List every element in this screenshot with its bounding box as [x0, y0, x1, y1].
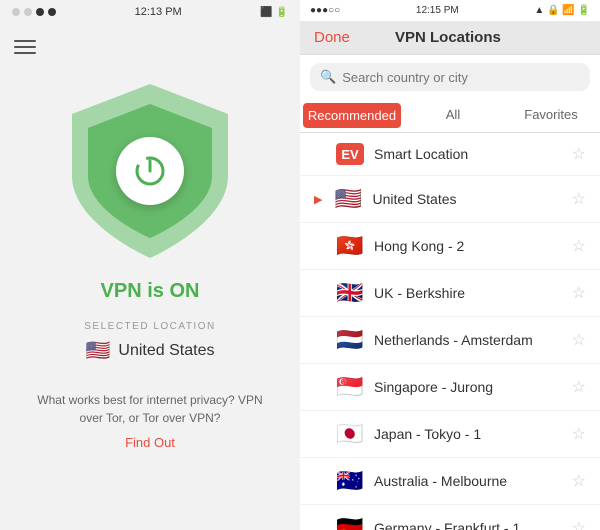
signal-dots [12, 8, 56, 16]
location-name: Germany - Frankfurt - 1 [374, 520, 562, 530]
ev-icon: EV [336, 143, 364, 165]
dot-4 [48, 8, 56, 16]
right-time: 12:15 PM [416, 5, 459, 16]
selected-flag: 🇺🇸 [86, 338, 111, 363]
flag-icon: 🇳🇱 [336, 327, 364, 353]
left-time: 12:13 PM [135, 6, 182, 18]
favorite-star[interactable]: ☆ [572, 144, 586, 164]
right-panel: ●●●○○ 12:15 PM ▲ 🔒 📶 🔋 Done VPN Location… [300, 0, 600, 530]
favorite-star[interactable]: ☆ [572, 189, 586, 209]
list-item[interactable]: 🇬🇧 UK - Berkshire ☆ [300, 270, 600, 317]
flag-icon: 🇩🇪 [336, 515, 364, 530]
search-input[interactable] [342, 70, 580, 85]
tab-favorites[interactable]: Favorites [502, 99, 600, 132]
flag-icon: 🇯🇵 [336, 421, 364, 447]
search-icon: 🔍 [320, 69, 336, 85]
flag-icon: 🇦🇺 [336, 468, 364, 494]
hamburger-menu[interactable] [0, 28, 50, 66]
dot-3 [36, 8, 44, 16]
selected-location: 🇺🇸 United States [86, 338, 215, 363]
flag-icon: 🇸🇬 [336, 374, 364, 400]
favorite-star[interactable]: ☆ [572, 377, 586, 397]
location-name: Netherlands - Amsterdam [374, 332, 562, 348]
find-out-link[interactable]: Find Out [125, 435, 175, 450]
tab-recommended[interactable]: Recommended [303, 103, 401, 128]
selected-location-name: United States [118, 342, 214, 360]
list-item[interactable]: 🇳🇱 Netherlands - Amsterdam ☆ [300, 317, 600, 364]
location-name: Hong Kong - 2 [374, 238, 562, 254]
header-title: VPN Locations [395, 29, 501, 46]
privacy-text: What works best for internet privacy? VP… [0, 391, 300, 427]
status-dots-right: ●●●○○ [310, 5, 340, 16]
done-button[interactable]: Done [314, 29, 350, 46]
location-name: Australia - Melbourne [374, 473, 562, 489]
flag-icon: 🇺🇸 [334, 186, 362, 212]
flag-icon: 🇭🇰 [336, 233, 364, 259]
list-item[interactable]: 🇩🇪 Germany - Frankfurt - 1 ☆ [300, 505, 600, 530]
location-name: Smart Location [374, 146, 562, 162]
vpn-status-text: VPN is ON [101, 280, 200, 303]
left-panel: 12:13 PM ⬛ 🔋 VPN is ON SELECTED LOCATION… [0, 0, 300, 530]
location-name: Japan - Tokyo - 1 [374, 426, 562, 442]
left-status-icons: ⬛ 🔋 [260, 7, 288, 18]
power-icon [134, 155, 166, 187]
favorite-star[interactable]: ☆ [572, 518, 586, 530]
dot-1 [12, 8, 20, 16]
flag-icon: 🇬🇧 [336, 280, 364, 306]
tabs-row: Recommended All Favorites [300, 99, 600, 133]
chevron-icon: ▶ [314, 193, 322, 206]
list-item[interactable]: EV Smart Location ☆ [300, 133, 600, 176]
favorite-star[interactable]: ☆ [572, 283, 586, 303]
location-name: Singapore - Jurong [374, 379, 562, 395]
list-item[interactable]: 🇯🇵 Japan - Tokyo - 1 ☆ [300, 411, 600, 458]
list-item[interactable]: 🇦🇺 Australia - Melbourne ☆ [300, 458, 600, 505]
dot-2 [24, 8, 32, 16]
left-status-bar: 12:13 PM ⬛ 🔋 [0, 0, 300, 24]
tab-all[interactable]: All [404, 99, 502, 132]
list-item[interactable]: 🇸🇬 Singapore - Jurong ☆ [300, 364, 600, 411]
location-name: UK - Berkshire [374, 285, 562, 301]
selected-location-label: SELECTED LOCATION [84, 321, 215, 332]
favorite-star[interactable]: ☆ [572, 236, 586, 256]
shield-container [60, 76, 240, 266]
list-item[interactable]: 🇭🇰 Hong Kong - 2 ☆ [300, 223, 600, 270]
favorite-star[interactable]: ☆ [572, 471, 586, 491]
right-status-icons: ▲ 🔒 📶 🔋 [534, 5, 590, 16]
search-bar: 🔍 [310, 63, 590, 91]
right-status-bar: ●●●○○ 12:15 PM ▲ 🔒 📶 🔋 [300, 0, 600, 21]
location-list: EV Smart Location ☆ ▶ 🇺🇸 United States ☆ 🇭🇰 Hong… [300, 133, 600, 530]
location-name: United States [372, 191, 561, 207]
power-button[interactable] [116, 137, 184, 205]
favorite-star[interactable]: ☆ [572, 330, 586, 350]
list-item[interactable]: ▶ 🇺🇸 United States ☆ [300, 176, 600, 223]
favorite-star[interactable]: ☆ [572, 424, 586, 444]
right-header: Done VPN Locations [300, 21, 600, 55]
